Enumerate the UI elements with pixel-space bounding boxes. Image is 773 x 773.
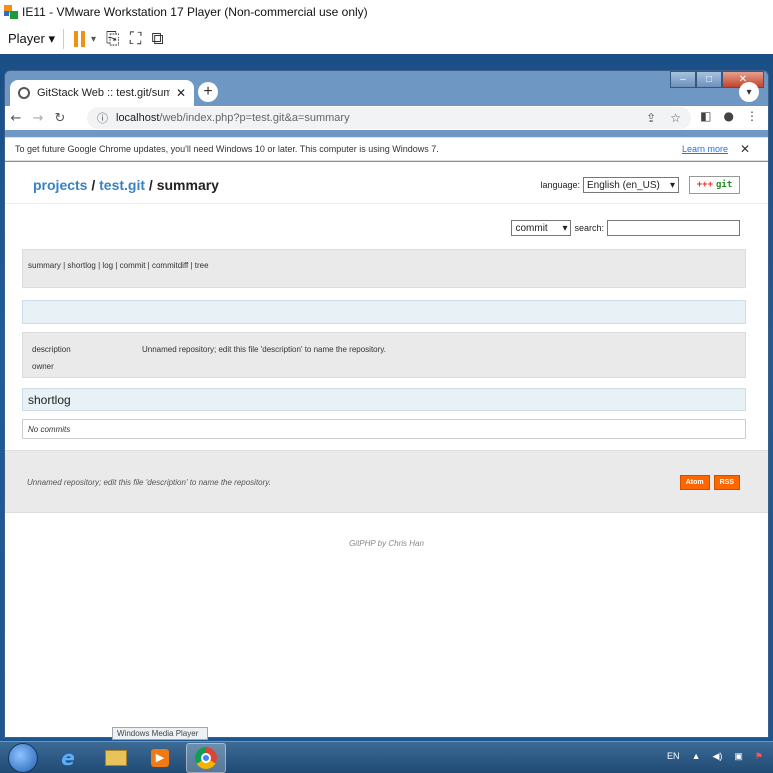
shortlog-title[interactable]: shortlog [28,393,71,407]
rss-feed-button[interactable]: RSS [713,475,740,490]
language-value: English (en_US) [587,179,660,191]
search-area: commit ▾ search: [511,220,740,236]
info-bar-text: To get future Google Chrome updates, you… [15,144,439,154]
learn-more-link[interactable]: Learn more [682,144,728,154]
chevron-down-icon[interactable]: ▾ [91,34,96,45]
tray-language[interactable]: EN [667,751,680,762]
site-info-icon[interactable]: ⓘ [97,110,108,126]
reload-icon[interactable]: ↻ [49,111,71,126]
nav-link-commitdiff[interactable]: commitdiff [152,261,188,270]
description-value: Unnamed repository; edit this file 'desc… [142,345,386,354]
tab-gitstack[interactable]: GitStack Web :: test.git/summary ✕ [10,80,194,106]
project-info: description Unnamed repository; edit thi… [22,332,746,378]
bookmark-star-icon[interactable]: ☆ [670,111,681,125]
search-label: search: [574,223,604,233]
taskbar-tooltip: Windows Media Player [112,727,208,740]
share-icon[interactable]: ⇪ [646,111,656,125]
feed-links: Atom RSS [679,475,740,490]
profile-icon[interactable]: ● [724,109,734,123]
side-panel-icon[interactable]: ◧ [700,109,711,123]
owner-label: owner [32,362,54,371]
send-ctrl-alt-del-icon[interactable]: ⎘ [106,29,120,49]
vmware-title-bar: IE11 - VMware Workstation 17 Player (Non… [0,0,773,24]
vmware-window-title: IE11 - VMware Workstation 17 Player (Non… [22,5,368,19]
url-path: /web/index.php?p=test.git&a=summary [159,112,350,124]
tab-close-icon[interactable]: ✕ [176,86,186,100]
repo-nav: summary | shortlog | log | commit | comm… [22,249,746,288]
language-area: language: English (en_US) ▾ +++ git [540,176,740,194]
browser-toolbar: ← → ↻ ⓘ localhost/web/index.php?p=test.g… [5,106,768,130]
no-commits-text: No commits [28,425,71,434]
url-host: localhost [116,112,160,124]
windows-taskbar: e ▶ EN ▲ ◀) ▣ ⚑ [0,741,773,773]
no-commits-row: No commits [22,419,746,439]
vmware-logo-icon [4,5,18,19]
menu-kebab-icon[interactable]: ⋮ [746,109,758,123]
breadcrumb-projects[interactable]: projects [33,177,87,193]
ie-icon[interactable]: e [48,743,88,773]
unity-icon[interactable]: ⧉ [152,29,164,49]
fit-guest-icon[interactable]: ⛶ [130,29,142,49]
page-footer: Unnamed repository; edit this file 'desc… [5,450,768,513]
breadcrumb-repo[interactable]: test.git [99,177,145,193]
tray-expand-icon[interactable]: ▲ [692,751,701,762]
pause-icon[interactable] [74,31,85,47]
action-center-icon[interactable]: ⚑ [755,751,763,762]
volume-icon[interactable]: ◀) [712,751,722,762]
page-header: projects / test.git / summary language: … [5,162,768,204]
explorer-icon[interactable] [96,743,136,773]
git-logo[interactable]: +++ git [689,176,740,194]
language-select[interactable]: English (en_US) ▾ [583,177,679,193]
search-type-select[interactable]: commit ▾ [511,220,572,236]
search-input[interactable] [607,220,740,236]
tab-title: GitStack Web :: test.git/summary [37,87,170,99]
update-info-bar: To get future Google Chrome updates, you… [5,137,768,161]
nav-link-tree[interactable]: tree [195,261,209,270]
player-menu-label: Player [8,31,45,46]
media-player-icon[interactable]: ▶ [140,743,180,773]
language-label: language: [540,180,580,190]
nav-link-log[interactable]: log [102,261,113,270]
vmware-toolbar: Player ▾ ▾ ⎘ ⛶ ⧉ [0,24,773,54]
breadcrumb-sep: / [148,177,153,193]
search-type-value: commit [515,222,548,234]
description-row: description Unnamed repository; edit thi… [32,341,736,358]
new-tab-button[interactable]: + [198,82,218,102]
breadcrumb-current: summary [156,177,219,193]
nav-link-commit[interactable]: commit [120,261,146,270]
git-logo-text: git [716,180,733,190]
shortlog-header[interactable]: shortlog [22,388,746,411]
title-bar-empty [22,300,746,324]
info-bar-close-icon[interactable]: ✕ [740,142,750,156]
owner-row: owner [32,358,736,375]
git-logo-plus: +++ [696,180,713,190]
nav-link-shortlog[interactable]: shortlog [67,261,95,270]
forward-icon[interactable]: → [27,111,49,126]
system-tray: EN ▲ ◀) ▣ ⚑ [667,751,763,762]
tab-search-icon[interactable]: ▾ [739,82,759,102]
globe-icon [18,87,30,99]
breadcrumb: projects / test.git / summary [33,177,219,193]
gitphp-page: projects / test.git / summary language: … [5,162,768,737]
tab-strip: GitStack Web :: test.git/summary ✕ + ▾ [4,76,769,106]
description-label: description [32,345,71,354]
chevron-down-icon: ▾ [562,222,568,234]
network-icon[interactable]: ▣ [734,751,743,762]
start-button[interactable] [8,743,38,773]
nav-link-summary[interactable]: summary [28,261,61,270]
player-menu[interactable]: Player ▾ [8,31,55,47]
breadcrumb-sep: / [91,177,96,193]
back-icon[interactable]: ← [5,111,27,126]
address-bar[interactable]: ⓘ localhost/web/index.php?p=test.git&a=s… [87,107,691,129]
footer-description: Unnamed repository; edit this file 'desc… [27,478,271,487]
toolbar-divider [63,29,64,49]
chrome-icon[interactable] [186,743,226,773]
credit-text: GitPHP by Chris Han [349,539,424,548]
chevron-down-icon: ▾ [669,179,675,191]
atom-feed-button[interactable]: Atom [679,475,710,490]
